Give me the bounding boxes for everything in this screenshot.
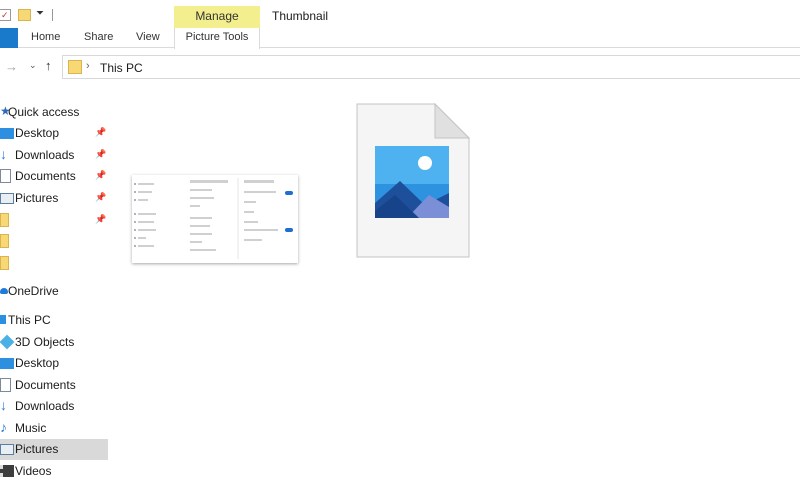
pin-icon[interactable]: 📌: [95, 214, 106, 225]
nav-item-downloads[interactable]: ↓ Downloads 📌: [0, 145, 108, 166]
nav-label: Documents: [15, 169, 76, 183]
nav-label: Documents: [15, 378, 76, 392]
nav-item-documents[interactable]: Documents 📌: [0, 166, 108, 187]
nav-item-documents[interactable]: Documents: [0, 375, 108, 396]
cloud-icon: [0, 288, 8, 294]
image-file-icon: [356, 103, 471, 258]
title-bar: ✓ ⏷ Manage Thumbnail: [0, 0, 800, 28]
nav-item-folder[interactable]: [0, 253, 108, 274]
pin-icon[interactable]: 📌: [95, 170, 106, 181]
nav-label: Downloads: [15, 148, 75, 162]
nav-onedrive[interactable]: OneDrive: [0, 281, 108, 302]
toolbar-divider: [52, 9, 53, 21]
recent-locations-icon[interactable]: ⌄: [29, 60, 37, 71]
nav-label: OneDrive: [8, 284, 59, 298]
customize-toolbar-icon[interactable]: ⏷: [36, 8, 44, 19]
nav-item-desktop[interactable]: Desktop 📌: [0, 123, 108, 144]
window-title: Thumbnail: [272, 9, 329, 23]
new-folder-icon[interactable]: [18, 9, 31, 21]
tab-view[interactable]: View: [136, 31, 160, 43]
downloads-icon: ↓: [0, 397, 7, 413]
navigation-pane: ★ Quick access Desktop 📌 ↓ Downloads 📌 D…: [0, 96, 108, 500]
ribbon-tabs: Home Share View: [0, 28, 800, 48]
nav-item-pictures[interactable]: Pictures: [0, 439, 108, 460]
tab-share[interactable]: Share: [84, 31, 113, 43]
videos-icon: [0, 465, 14, 477]
nav-item-desktop[interactable]: Desktop: [0, 353, 108, 374]
nav-label: 3D Objects: [15, 335, 75, 349]
nav-label: Desktop: [15, 356, 60, 370]
file-item-screenshot-thumbnail[interactable]: [132, 175, 298, 263]
address-bar[interactable]: › This PC: [62, 55, 800, 79]
nav-label: Videos: [15, 464, 52, 478]
pin-icon[interactable]: 📌: [95, 127, 106, 138]
music-icon: ♪: [0, 419, 7, 435]
breadcrumb-chevron-icon[interactable]: ›: [86, 60, 90, 72]
3d-objects-icon: [0, 334, 15, 350]
pictures-icon: [0, 444, 14, 455]
folder-icon: [0, 256, 9, 270]
forward-arrow-icon[interactable]: →: [5, 59, 18, 74]
nav-item-pictures[interactable]: Pictures 📌: [0, 188, 108, 209]
pin-icon[interactable]: 📌: [95, 149, 106, 160]
breadcrumb-this-pc[interactable]: This PC: [100, 61, 143, 75]
desktop-icon: [0, 358, 14, 369]
nav-item-folder[interactable]: 📌: [0, 210, 108, 231]
up-arrow-icon[interactable]: ↑: [45, 58, 52, 73]
nav-label: Quick access: [8, 105, 80, 119]
nav-item-folder[interactable]: [0, 231, 108, 252]
tab-home[interactable]: Home: [31, 31, 60, 43]
nav-item-downloads[interactable]: ↓ Downloads: [0, 396, 108, 417]
file-tab[interactable]: [0, 28, 18, 48]
file-list: [110, 85, 800, 500]
nav-item-3d-objects[interactable]: 3D Objects: [0, 332, 108, 353]
settings-preview-image: [134, 178, 293, 259]
nav-label: Pictures: [15, 442, 59, 456]
nav-label: This PC: [8, 313, 51, 327]
nav-label: Desktop: [15, 126, 60, 140]
properties-icon[interactable]: ✓: [0, 9, 11, 21]
nav-label: Downloads: [15, 399, 75, 413]
nav-label: Pictures: [15, 191, 59, 205]
documents-icon: [0, 169, 11, 183]
desktop-icon: [0, 128, 14, 139]
downloads-icon: ↓: [0, 146, 7, 162]
nav-item-music[interactable]: ♪ Music: [0, 418, 108, 439]
nav-item-videos[interactable]: Videos: [0, 461, 108, 482]
nav-quick-access[interactable]: ★ Quick access: [0, 102, 108, 123]
file-item-image[interactable]: [355, 103, 471, 263]
tab-picture-tools[interactable]: Picture Tools: [174, 28, 260, 49]
nav-label: Music: [15, 421, 47, 435]
pin-icon[interactable]: 📌: [95, 192, 106, 203]
documents-icon: [0, 378, 11, 392]
address-row: → ⌄ ↑ › This PC: [0, 49, 800, 85]
pictures-icon: [0, 193, 14, 204]
folder-icon: [0, 213, 9, 227]
folder-icon: [0, 234, 9, 248]
computer-icon: [0, 315, 6, 324]
folder-icon: [68, 60, 82, 74]
manage-context-header[interactable]: Manage: [174, 6, 260, 28]
nav-this-pc[interactable]: This PC: [0, 310, 108, 331]
